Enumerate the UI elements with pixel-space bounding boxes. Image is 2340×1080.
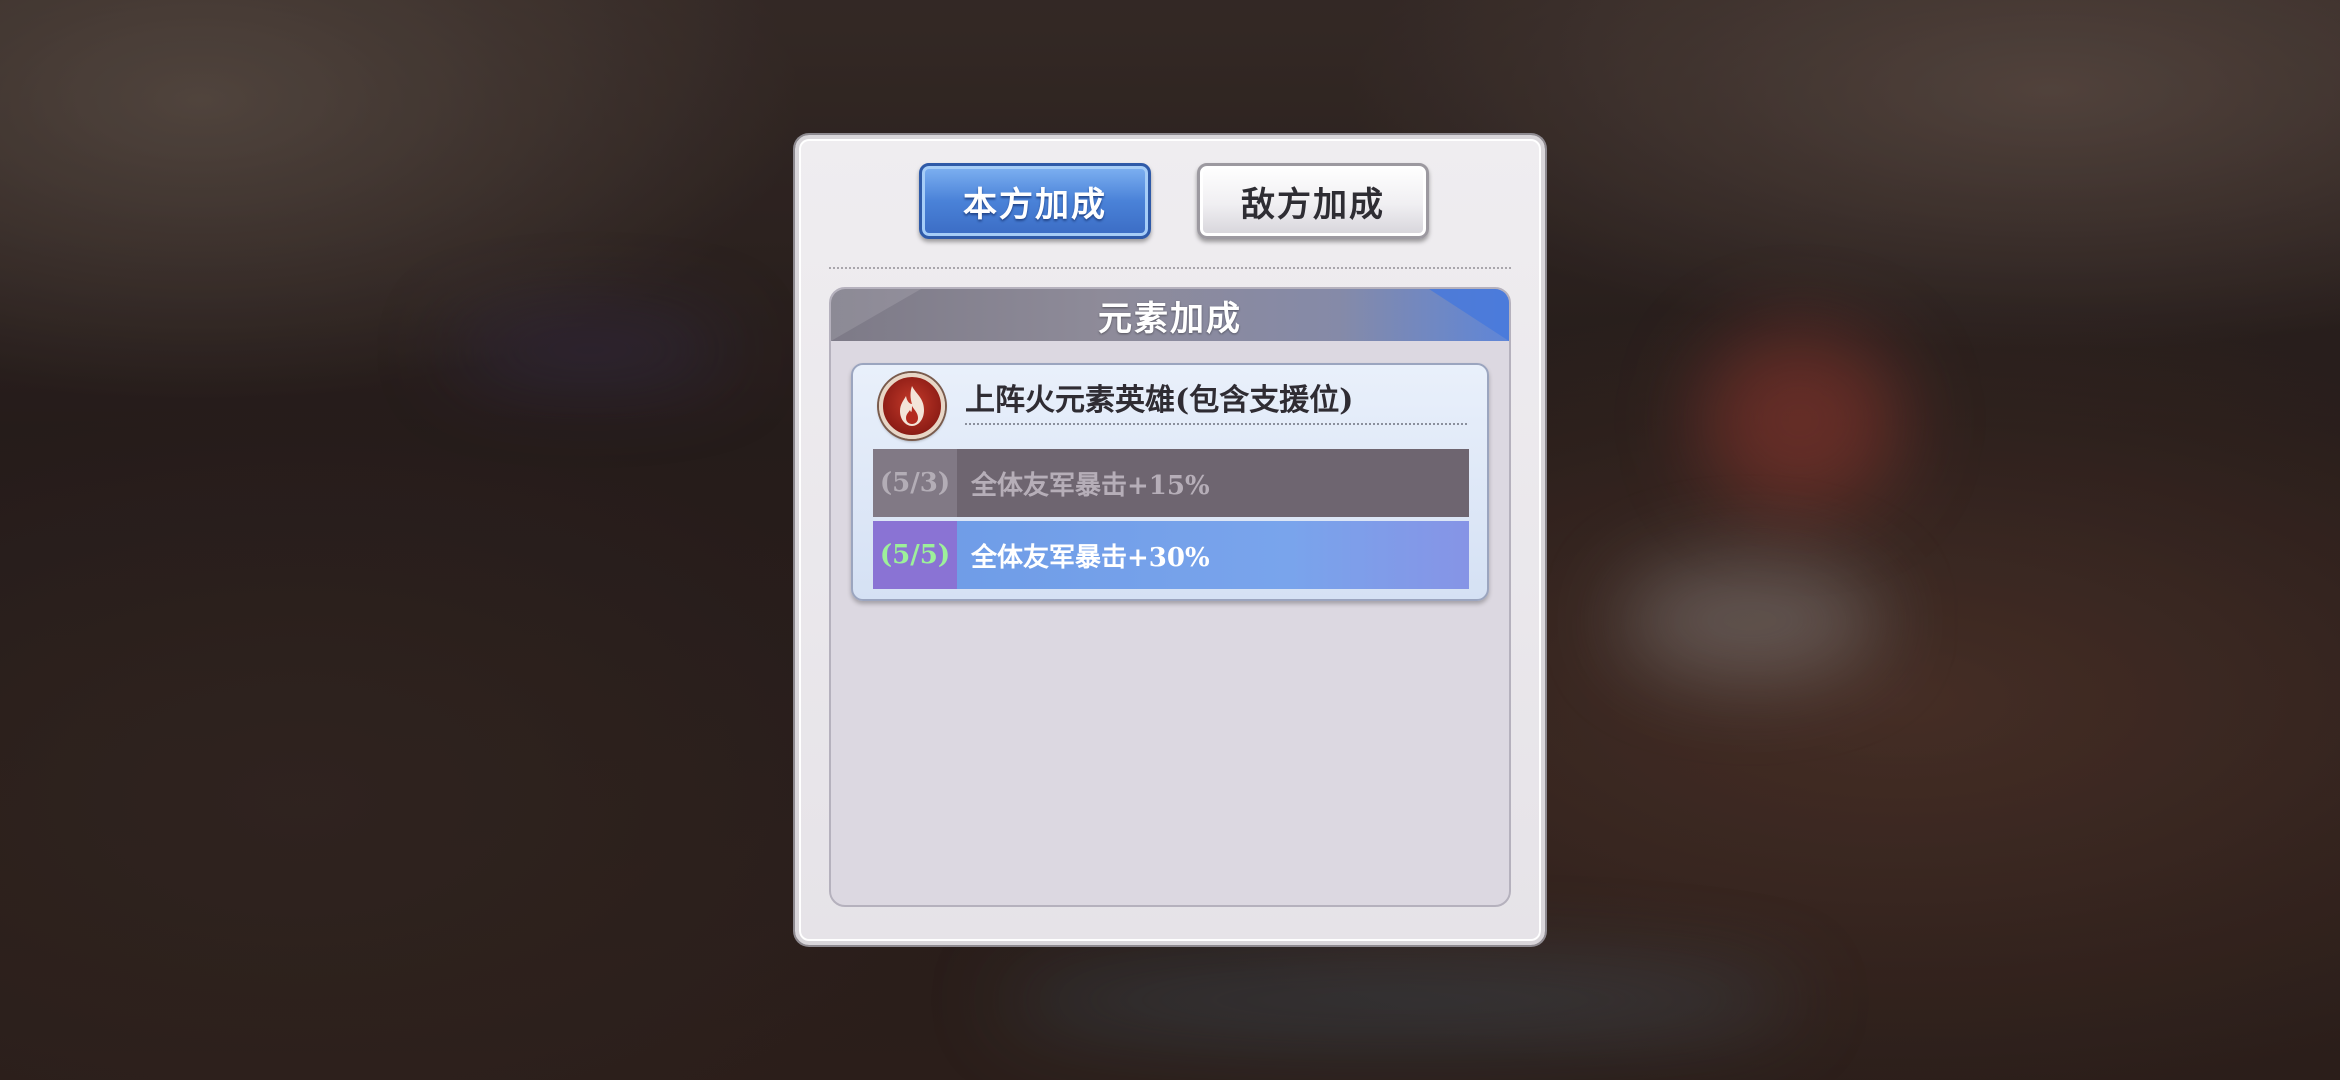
bonus-tier-inactive: (5/3) 全体友军暴击+15% — [873, 449, 1469, 517]
panel-header: 元素加成 — [831, 289, 1509, 341]
tier-effect: 全体友军暴击+30% — [971, 542, 1210, 573]
bonus-dialog: 本方加成 敌方加成 元素加成 上阵火元素英雄(包含支援位) (5/3) 全体友军… — [795, 135, 1545, 945]
bonus-card: 上阵火元素英雄(包含支援位) (5/3) 全体友军暴击+15% (5/5) 全体… — [851, 363, 1489, 601]
condition-title: 上阵火元素英雄(包含支援位) — [965, 383, 1354, 418]
fire-element-icon — [879, 373, 945, 439]
element-bonus-panel: 元素加成 上阵火元素英雄(包含支援位) (5/3) 全体友军暴击+15% (5/… — [829, 287, 1511, 907]
game-scene: 本方加成 敌方加成 元素加成 上阵火元素英雄(包含支援位) (5/3) 全体友军… — [0, 0, 2340, 1080]
panel-title: 元素加成 — [1098, 298, 1242, 339]
tier-effect: 全体友军暴击+15% — [971, 470, 1210, 501]
flame-icon — [900, 386, 924, 426]
tab-enemy-bonus[interactable]: 敌方加成 — [1197, 163, 1429, 239]
tier-count: (5/5) — [873, 521, 957, 589]
bonus-tier-active: (5/5) 全体友军暴击+30% — [873, 521, 1469, 589]
dotted-divider — [829, 267, 1511, 269]
condition-underline — [965, 423, 1467, 425]
tier-count: (5/3) — [873, 449, 957, 517]
tab-own-bonus[interactable]: 本方加成 — [919, 163, 1151, 239]
